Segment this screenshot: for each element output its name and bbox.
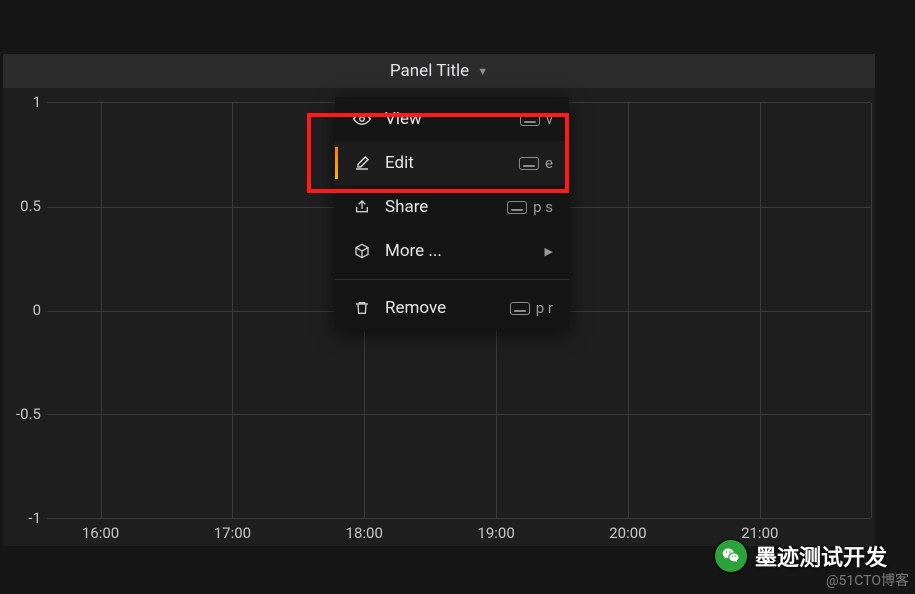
menu-label: Remove [385,298,446,318]
menu-shortcut: p s [507,198,553,216]
eye-icon [353,110,371,128]
x-tick: 20:00 [609,524,646,542]
menu-item-remove[interactable]: Remove p r [335,286,569,330]
keyboard-icon [519,157,539,170]
panel-title: Panel Title [390,61,469,81]
cube-icon [353,243,371,259]
chevron-down-icon: ▼ [477,65,488,78]
y-tick: -0.5 [16,405,41,423]
trash-icon [353,300,371,316]
x-tick: 18:00 [346,524,383,542]
menu-item-share[interactable]: Share p s [335,185,569,229]
x-tick: 17:00 [214,524,251,542]
keyboard-icon [510,302,530,315]
menu-separator [335,279,569,280]
y-tick: 0 [33,301,41,319]
wechat-icon [715,540,747,572]
y-tick: -1 [28,509,41,527]
y-tick: 1 [33,93,41,111]
menu-shortcut: e [519,154,553,172]
menu-item-view[interactable]: View v [335,97,569,141]
keyboard-icon [520,113,540,126]
y-tick: 0.5 [20,197,41,215]
menu-label: Edit [385,153,414,173]
keyboard-icon [507,201,527,214]
watermark-chat-text: 墨迹测试开发 [755,540,887,572]
watermark-wechat: 墨迹测试开发 [715,540,887,572]
menu-shortcut: v [520,110,553,128]
watermark-blog: @51CTO博客 [826,570,909,590]
chevron-right-icon: ▶ [545,245,553,258]
y-axis: 1 0.5 0 -0.5 -1 [3,88,47,518]
x-tick: 16:00 [82,524,119,542]
menu-item-edit[interactable]: Edit e [335,141,569,185]
panel-header[interactable]: Panel Title ▼ [3,54,875,88]
menu-label: View [385,109,422,129]
menu-label: More ... [385,241,442,261]
share-icon [353,199,371,215]
x-tick: 19:00 [477,524,514,542]
panel-context-menu: View v Edit e Share p s More ... ▶ Remov… [335,97,569,330]
menu-label: Share [385,197,428,217]
menu-shortcut: p r [510,299,553,317]
menu-item-more[interactable]: More ... ▶ [335,229,569,273]
edit-icon [353,155,371,171]
